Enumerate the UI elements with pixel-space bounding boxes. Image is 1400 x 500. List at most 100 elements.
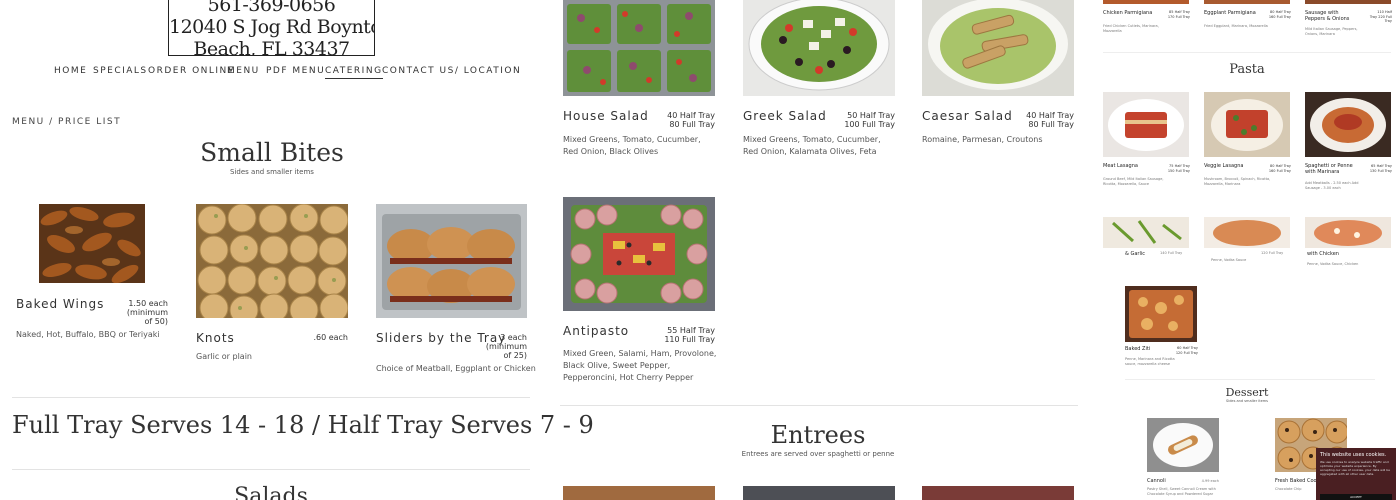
caesar-salad-name: Caesar Salad — [922, 109, 1013, 123]
breadcrumb[interactable]: MENU / PRICE LIST — [12, 117, 121, 127]
nav-pdf-menu[interactable]: PDF MENU — [266, 66, 325, 76]
baked-ziti-name: Baked Ziti — [1125, 346, 1151, 352]
pasta-name: & Garlic — [1125, 251, 1146, 257]
veggie-lasagna-price: 80 Half Tray 160 Full Tray — [1268, 164, 1291, 173]
sliders-photo — [376, 204, 527, 318]
baked-wings-price: 1.50 each (minimum of 50) — [126, 299, 168, 326]
antipasto-desc: Mixed Green, Salami, Ham, Provolone, Bla… — [563, 349, 717, 382]
sausage-peppers-name: Sausage with Peppers & Onions — [1305, 10, 1350, 22]
greek-salad-price: 50 Half Tray 100 Full Tray — [844, 111, 895, 129]
address-box: 561-369-0656 12040 S Jog Rd Boynton Beac… — [168, 0, 375, 56]
cookies-name: Fresh Baked Coo — [1275, 478, 1317, 484]
baked-ziti-photo — [1125, 286, 1197, 342]
pasta-photo — [1305, 217, 1391, 248]
accept-cookies-button[interactable]: ACCEPT — [1320, 494, 1392, 500]
divider — [1103, 52, 1391, 53]
divider — [12, 397, 530, 398]
antipasto-photo — [563, 197, 715, 311]
sausage-peppers-photo — [1305, 0, 1391, 4]
caesar-salad-desc: Romaine, Parmesan, Croutons — [922, 135, 1043, 144]
nav-menu[interactable]: MENU — [227, 66, 260, 76]
greek-salad-desc: Mixed Greens, Tomato, Cucumber, Red Onio… — [743, 135, 881, 156]
eggplant-parm-name: Eggplant Parmigiana — [1204, 10, 1256, 16]
nav-catering[interactable]: CATERING — [325, 66, 383, 79]
baked-wings-desc: Naked, Hot, Buffalo, BBQ or Teriyaki — [16, 330, 160, 339]
penne-vodka-price: 120 Full Tray — [1261, 251, 1284, 255]
veggie-lasagna-photo — [1204, 92, 1290, 157]
pasta-price: 140 Full Tray — [1160, 251, 1183, 255]
antipasto-price: 55 Half Tray 110 Full Tray — [664, 326, 715, 344]
eggplant-parm-desc: Fried Eggplant, Marinara, Mozzarella — [1204, 24, 1268, 28]
sausage-peppers-price: 110 Half Tray 220 Full Tray — [1369, 10, 1392, 23]
baked-wings-photo — [39, 204, 145, 283]
nav-contact-location[interactable]: CONTACT US/ LOCATION — [382, 66, 521, 76]
phone-number[interactable]: 561-369-0656 — [169, 0, 374, 16]
knots-name: Knots — [196, 331, 235, 345]
nav-order-online[interactable]: ORDER ONLINE — [148, 66, 235, 76]
small-bites-subtitle: Sides and smaller items — [230, 168, 314, 176]
cannoli-name: Cannoli — [1147, 478, 1166, 484]
pasta-title: Pasta — [1229, 62, 1265, 77]
pasta-photo — [1103, 217, 1189, 248]
cookies-desc: Chocolate Chip — [1275, 487, 1302, 491]
meat-lasagna-desc: Ground Beef, Mild Italian Sausage, Ricot… — [1103, 177, 1164, 186]
chicken-parm-desc: Fried Chicken Cutlets, Marinara, Mozzare… — [1103, 24, 1159, 33]
chicken-parm-price: 85 Half Tray 170 Full Tray — [1167, 10, 1190, 19]
chicken-parm-photo — [1103, 0, 1189, 4]
baked-ziti-price: 60 Half Tray 120 Full Tray — [1175, 346, 1198, 355]
antipasto-name: Antipasto — [563, 324, 630, 338]
cannoli-desc: Pastry Shell, Sweet Cannoli Cream with C… — [1147, 487, 1216, 496]
cannoli-price: 4.99 each — [1201, 479, 1219, 483]
entrees-title: Entrees — [770, 421, 866, 449]
chicken-parm-name: Chicken Parmigiana — [1103, 10, 1153, 16]
penne-vodka-desc: Penne, Vodka Sauce — [1211, 258, 1247, 262]
divider — [12, 469, 530, 470]
meat-lasagna-price: 75 Half Tray 150 Full Tray — [1167, 164, 1190, 173]
street-address: 12040 S Jog Rd Boynton — [169, 16, 375, 38]
pasta-photo — [1204, 217, 1290, 248]
caesar-salad-price: 40 Half Tray 80 Full Tray — [1026, 111, 1074, 129]
divider — [1125, 379, 1375, 380]
baked-wings-name: Baked Wings — [16, 297, 105, 311]
spaghetti-marinara-name: Spaghetti or Penne with Marinara — [1305, 163, 1353, 175]
baked-ziti-desc: Penne, Marinara and Ricotta sauce, mozza… — [1125, 357, 1175, 366]
city-address: Beach, FL 33437 — [193, 38, 350, 56]
cookie-body: We use cookies to analyze website traffi… — [1320, 460, 1390, 476]
nav-home[interactable]: HOME — [54, 66, 87, 76]
small-bites-title: Small Bites — [200, 138, 344, 167]
spaghetti-marinara-price: 65 Half Tray 130 Full Tray — [1369, 164, 1392, 173]
entree-photo — [922, 486, 1074, 500]
greek-salad-name: Greek Salad — [743, 109, 827, 123]
nav-specials[interactable]: SPECIALS — [93, 66, 148, 76]
house-salad-price: 40 Half Tray 80 Full Tray — [667, 111, 715, 129]
penne-vodka-chicken-name: with Chicken — [1307, 251, 1339, 257]
divider — [560, 405, 1078, 406]
greek-salad-photo — [743, 0, 895, 96]
sliders-desc: Choice of Meatball, Eggplant or Chicken — [376, 364, 536, 373]
knots-desc: Garlic or plain — [196, 352, 252, 361]
eggplant-parm-price: 80 Half Tray 160 Full Tray — [1268, 10, 1291, 19]
spaghetti-marinara-desc: Add Meatballs - 2.50 each Add Sausage - … — [1305, 181, 1359, 190]
veggie-lasagna-name: Veggie Lasagna — [1204, 163, 1244, 169]
serves-banner: Full Tray Serves 14 - 18 / Half Tray Ser… — [12, 411, 594, 439]
cookie-title: This website uses cookies. — [1320, 452, 1387, 458]
caesar-salad-photo — [922, 0, 1074, 96]
meat-lasagna-photo — [1103, 92, 1189, 157]
veggie-lasagna-desc: Mushroom, Broccoli, Spinach, Ricotta, Mo… — [1204, 177, 1271, 186]
dessert-title: Dessert — [1225, 386, 1269, 399]
entree-photo — [743, 486, 895, 500]
house-salad-desc: Mixed Greens, Tomato, Cucumber, Red Onio… — [563, 135, 701, 156]
house-salad-name: House Salad — [563, 109, 649, 123]
sausage-peppers-desc: Mild Italian Sausage, Peppers, Onions, M… — [1305, 27, 1358, 36]
entree-photo — [563, 486, 715, 500]
knots-price: .60 each — [313, 333, 348, 342]
eggplant-parm-photo — [1204, 0, 1290, 4]
meat-lasagna-name: Meat Lasagna — [1103, 163, 1138, 169]
house-salad-photo — [563, 0, 715, 96]
salads-title: Salads — [234, 484, 308, 500]
cannoli-photo — [1147, 418, 1219, 472]
cookie-consent-popup: This website uses cookies. We use cookie… — [1316, 448, 1396, 500]
spaghetti-marinara-photo — [1305, 92, 1391, 157]
knots-photo — [196, 204, 348, 318]
dessert-subtitle: Sides and smaller items — [1226, 399, 1268, 403]
